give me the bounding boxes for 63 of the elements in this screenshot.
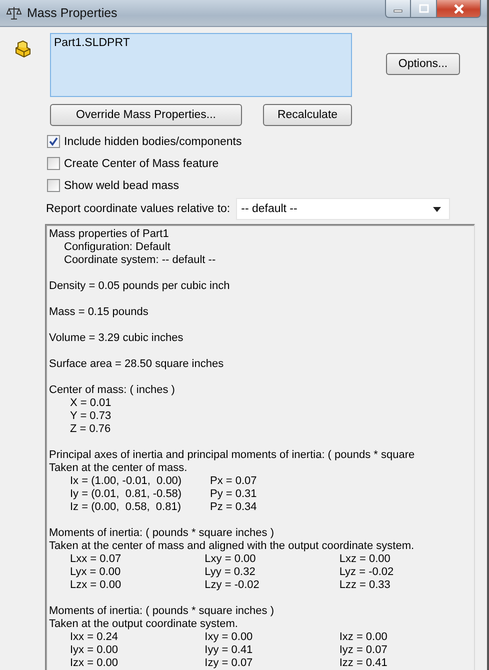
- checkbox-label: Create Center of Mass feature: [64, 158, 219, 170]
- report-value: Z = 0.76: [69, 423, 112, 436]
- report-value: Iyx = 0.00: [70, 644, 120, 657]
- report-value: Lzy = -0.02: [204, 579, 260, 592]
- checkbox-label: Show weld bead mass: [64, 180, 180, 192]
- recalculate-button[interactable]: Recalculate: [263, 104, 352, 126]
- report-value: Lxy = 0.00: [204, 553, 257, 566]
- report-line: Moments of inertia: ( pounds * square inches ): [49, 527, 276, 540]
- selection-list[interactable]: Part1.SLDPRT: [50, 33, 352, 97]
- report-line: Principal axes of inertia and principal moments of inertia: ( pounds * square: [49, 449, 416, 462]
- checkbox[interactable]: [47, 179, 60, 192]
- report-line: Moments of inertia: ( pounds * square inches ): [49, 605, 276, 618]
- report-value: Ixx = 0.24: [70, 631, 120, 644]
- report-value: Pz = 0.34: [210, 501, 258, 514]
- report-value: Iyz = 0.07: [339, 644, 388, 657]
- minimize-button[interactable]: [385, 0, 411, 18]
- close-icon: [452, 4, 464, 14]
- checkbox[interactable]: [47, 135, 60, 148]
- report-line: Volume = 3.29 cubic inches: [49, 332, 184, 345]
- report-value: Px = 0.07: [210, 475, 258, 488]
- report-value: Lxx = 0.07: [70, 553, 122, 566]
- report-value: Ixz = 0.00: [339, 631, 388, 644]
- maximize-icon: [418, 4, 428, 13]
- report-value: Izz = 0.41: [339, 657, 388, 670]
- report-line: Taken at the center of mass.: [49, 462, 188, 475]
- report-value: Lyy = 0.32: [204, 566, 256, 579]
- override-button[interactable]: Override Mass Properties...: [50, 104, 242, 126]
- options-button[interactable]: Options...: [386, 53, 460, 75]
- report-value: Lxz = 0.00: [339, 553, 392, 566]
- report-line: Configuration: Default: [63, 241, 172, 254]
- checkbox[interactable]: [47, 157, 60, 170]
- report-value: Lyz = -0.02: [339, 566, 395, 579]
- report-value: X = 0.01: [69, 397, 112, 410]
- report-line: Taken at the center of mass and aligned with the output coordinate system.: [49, 540, 416, 553]
- report-line: Surface area = 28.50 square inches: [49, 358, 225, 371]
- coordinate-label: Report coordinate values relative to:: [46, 203, 230, 215]
- report-line: Mass = 0.15 pounds: [49, 306, 150, 319]
- report-line: Center of mass: ( inches ): [49, 384, 176, 397]
- report-value: Iy = (0.01, 0.81, -0.58): [70, 488, 183, 501]
- report-line: Coordinate system: -- default --: [63, 254, 217, 267]
- report-value: Py = 0.31: [210, 488, 258, 501]
- report-value: Ix = (1.00, -0.01, 0.00): [70, 475, 183, 488]
- report-value: Y = 0.73: [69, 410, 112, 423]
- close-button[interactable]: [437, 0, 481, 18]
- report-value: Izy = 0.07: [204, 657, 254, 670]
- report-value: Iyy = 0.41: [204, 644, 254, 657]
- scale-icon: [6, 5, 22, 21]
- part-icon: [13, 39, 33, 59]
- report-value: Lzx = 0.00: [70, 579, 122, 592]
- report-value: Iz = (0.00, 0.58, 0.81): [70, 501, 182, 514]
- report-line: Mass properties of Part1: [49, 228, 170, 241]
- coordinate-dropdown[interactable]: -- default --: [236, 198, 450, 220]
- report-line: Density = 0.05 pounds per cubic inch: [49, 280, 231, 293]
- report-value: Ixy = 0.00: [204, 631, 254, 644]
- report-value: Lyx = 0.00: [70, 566, 122, 579]
- maximize-button[interactable]: [411, 0, 437, 18]
- report-value: Lzz = 0.33: [339, 579, 392, 592]
- window-title: Mass Properties: [27, 6, 118, 20]
- checkbox-label: Include hidden bodies/components: [64, 136, 242, 148]
- report-value: Izx = 0.00: [70, 657, 120, 670]
- report-line: Taken at the output coordinate system.: [49, 618, 239, 631]
- dropdown-arrow-icon: [433, 206, 442, 212]
- list-item[interactable]: Part1.SLDPRT: [54, 36, 348, 50]
